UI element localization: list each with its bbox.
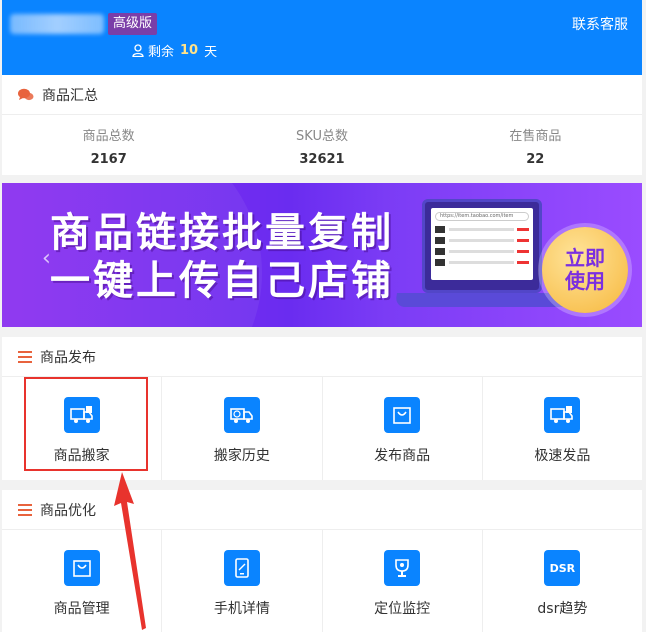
tile-label: 极速发品 xyxy=(534,448,591,464)
remain-suffix: 天 xyxy=(204,45,218,60)
tablet-icon xyxy=(223,550,260,586)
cta-line-2: 使用 xyxy=(565,269,605,293)
summary-stats: 商品总数 2167 SKU总数 32621 在售商品 22 xyxy=(2,115,642,175)
laptop-row xyxy=(435,236,529,244)
publish-title: 商品发布 xyxy=(40,349,96,366)
stat-on-sale: 在售商品 22 xyxy=(429,115,642,175)
summary-header: 商品汇总 xyxy=(2,75,642,115)
page: 高级版 联系客服 剩余 10 天 商品汇总 商品总数 2167 SKU总数 32… xyxy=(0,0,646,632)
laptop-row xyxy=(435,247,529,255)
bag-icon xyxy=(384,397,421,433)
trophy-icon xyxy=(384,550,421,586)
header: 高级版 联系客服 剩余 10 天 xyxy=(2,0,642,75)
optimize-header: 商品优化 xyxy=(2,490,642,530)
tile-label: 定位监控 xyxy=(374,601,431,617)
menu-icon xyxy=(18,503,32,516)
tile-mobile-detail[interactable]: 手机详情 xyxy=(162,530,323,632)
stat-label: 商品总数 xyxy=(82,129,135,144)
optimize-title: 商品优化 xyxy=(40,502,96,519)
contact-service-link[interactable]: 联系客服 xyxy=(572,14,628,34)
tile-label: 发布商品 xyxy=(374,448,431,464)
tile-label: dsr趋势 xyxy=(537,601,588,617)
tile-dsr-trend[interactable]: DSR dsr趋势 xyxy=(483,530,642,632)
product-optimize-panel: 商品优化 商品管理 手机详情 定位监控 DSR dsr趋势 xyxy=(2,490,642,632)
stat-value: 32621 xyxy=(299,152,345,167)
banner-headline-1: 商品链接批量复制 xyxy=(50,210,394,256)
laptop-row xyxy=(435,258,529,266)
tile-publish-product[interactable]: 发布商品 xyxy=(323,377,483,480)
promo-banner[interactable]: ‹ 商品链接批量复制 一键上传自己店铺 https://item.taobao.… xyxy=(2,183,642,327)
summary-title: 商品汇总 xyxy=(42,87,98,104)
laptop-illustration: https://item.taobao.com/item xyxy=(422,199,542,293)
stat-value: 2167 xyxy=(90,152,127,167)
tile-label: 手机详情 xyxy=(213,601,270,617)
edition-badge: 高级版 xyxy=(108,13,158,35)
tile-label: 搬家历史 xyxy=(213,448,270,464)
banner-headline-2: 一键上传自己店铺 xyxy=(50,258,394,304)
product-summary-card: 商品汇总 商品总数 2167 SKU总数 32621 在售商品 22 xyxy=(2,75,642,175)
dsr-icon-text: DSR xyxy=(549,561,576,575)
stat-value: 22 xyxy=(526,152,545,167)
cta-line-1: 立即 xyxy=(565,246,605,270)
stat-label: SKU总数 xyxy=(296,129,348,144)
use-now-button[interactable]: 立即 使用 xyxy=(542,227,628,313)
truck-doc-icon xyxy=(544,397,581,433)
user-icon xyxy=(132,44,148,57)
bag-icon xyxy=(63,550,100,586)
stat-total-sku: SKU总数 32621 xyxy=(215,115,428,175)
tile-move-history[interactable]: 搬家历史 xyxy=(162,377,323,480)
publish-header: 商品发布 xyxy=(2,337,642,377)
truck-clock-icon xyxy=(223,397,260,433)
optimize-grid: 商品管理 手机详情 定位监控 DSR dsr趋势 xyxy=(2,530,642,632)
stat-label: 在售商品 xyxy=(509,129,562,144)
remain-prefix: 剩余 xyxy=(148,45,175,60)
tile-position-monitor[interactable]: 定位监控 xyxy=(323,530,483,632)
menu-icon xyxy=(18,350,32,363)
shop-name-blurred xyxy=(10,14,104,34)
laptop-screen: https://item.taobao.com/item xyxy=(431,208,533,280)
remaining-days: 剩余 10 天 xyxy=(132,41,217,60)
laptop-base xyxy=(395,293,573,307)
tile-quick-publish[interactable]: 极速发品 xyxy=(483,377,642,480)
remain-days-count: 10 xyxy=(180,43,199,58)
stat-total-products: 商品总数 2167 xyxy=(2,115,215,175)
highlight-box xyxy=(24,377,148,471)
pointer-arrow-icon xyxy=(114,472,146,630)
laptop-row xyxy=(435,225,529,233)
chat-bubbles-icon xyxy=(18,88,34,102)
laptop-url-bar: https://item.taobao.com/item xyxy=(435,212,529,221)
dsr-icon: DSR xyxy=(544,550,581,586)
